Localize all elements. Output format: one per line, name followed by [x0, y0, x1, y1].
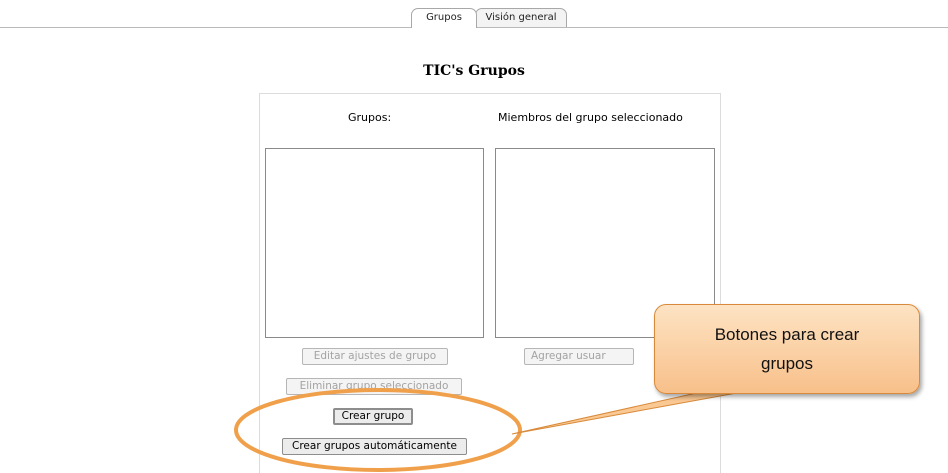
- page-title: TIC's Grupos: [423, 63, 525, 79]
- tab-bar: Grupos Visión general: [0, 0, 948, 28]
- tab-grupos[interactable]: Grupos: [411, 8, 477, 28]
- delete-selected-group-button[interactable]: Eliminar grupo seleccionado: [286, 378, 462, 395]
- annotation-callout: Botones para crear grupos: [654, 304, 920, 394]
- tab-vision-general[interactable]: Visión general: [475, 8, 567, 27]
- callout-line-2: grupos: [761, 354, 813, 373]
- groups-listbox[interactable]: [265, 148, 484, 338]
- create-groups-automatically-button[interactable]: Crear grupos automáticamente: [282, 438, 467, 455]
- edit-group-settings-button[interactable]: Editar ajustes de grupo: [302, 348, 448, 365]
- groups-label: Grupos:: [348, 111, 392, 124]
- create-group-button[interactable]: Crear grupo: [333, 408, 413, 425]
- members-label: Miembros del grupo seleccionado: [498, 111, 683, 124]
- callout-line-1: Botones para crear: [714, 325, 860, 344]
- add-users-button[interactable]: Agregar usuar: [524, 348, 634, 365]
